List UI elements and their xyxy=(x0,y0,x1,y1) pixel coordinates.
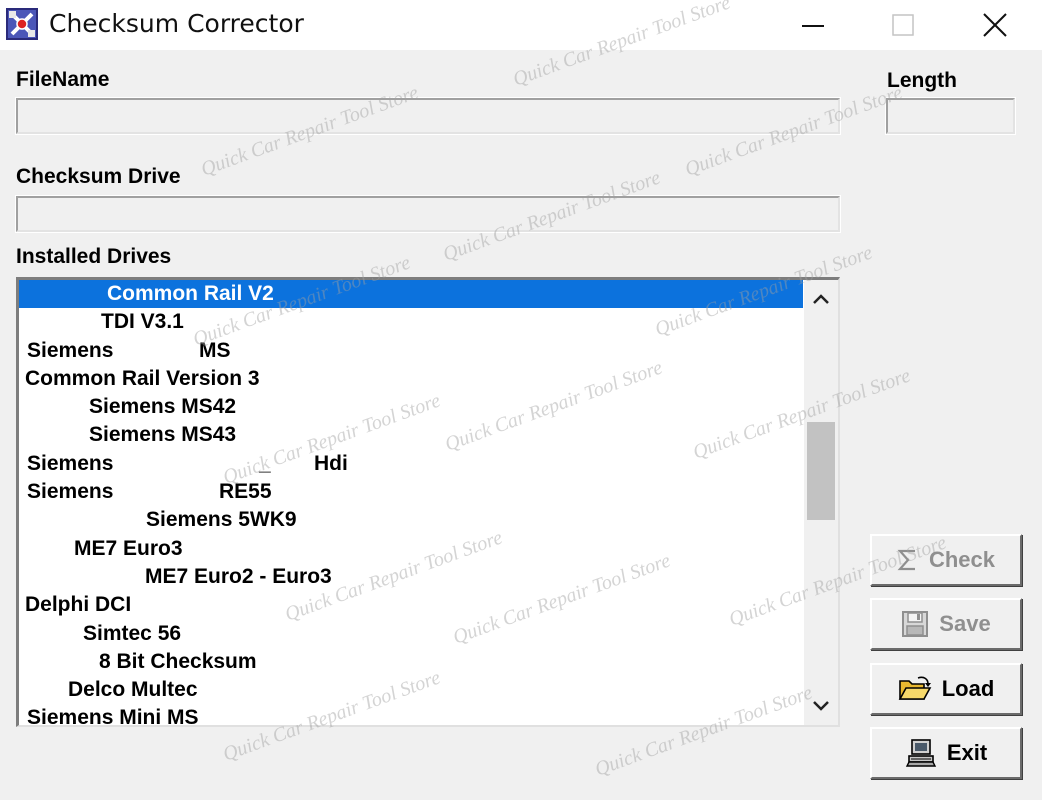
drive-list-item-text: Common Rail Version 3 xyxy=(25,366,260,390)
drive-list-item[interactable]: 8 Bit Checksum xyxy=(19,648,803,676)
drive-list-item-text: Delphi DCI xyxy=(25,593,132,617)
window-title: Checksum Corrector xyxy=(49,9,304,38)
drive-list-item[interactable]: Siemens _ Hdi xyxy=(19,450,803,478)
drive-list-item[interactable]: Siemens MS xyxy=(19,337,803,365)
close-button[interactable] xyxy=(950,0,1040,50)
drive-list-item-text: Siemens xyxy=(27,480,114,504)
drive-list-item[interactable]: Siemens MS43 xyxy=(19,421,803,449)
length-label: Length xyxy=(887,69,957,92)
drive-list-item-text: Siemens xyxy=(27,451,114,475)
drive-list-item-text: RE55 xyxy=(219,480,272,504)
list-scrollbar[interactable] xyxy=(804,280,838,725)
drive-list-item-text: Siemens MS43 xyxy=(89,423,237,447)
maximize-button[interactable] xyxy=(858,0,948,50)
drive-list-item[interactable]: ME7 Euro3 xyxy=(19,535,803,563)
drive-list-item[interactable]: TDI V3.1 xyxy=(19,308,803,336)
drive-list-item-text: MS xyxy=(199,338,231,362)
drive-list-item-text: Siemens xyxy=(27,338,114,362)
drive-list-item-text: 8 Bit Checksum xyxy=(99,649,257,673)
checksum-drive-field[interactable] xyxy=(15,195,841,233)
maximize-icon xyxy=(892,14,914,36)
drive-list-item-text: ME7 Euro2 - Euro3 xyxy=(145,564,332,588)
sigma-icon xyxy=(897,548,919,572)
drive-list-item-text: Siemens MS42 xyxy=(89,395,237,419)
filename-field[interactable] xyxy=(15,97,841,135)
exit-button-label: Exit xyxy=(946,740,988,765)
drive-list-item[interactable]: Delco Multec xyxy=(19,676,803,704)
open-folder-icon xyxy=(898,675,932,703)
check-button[interactable]: Check xyxy=(870,534,1022,586)
drive-list-item[interactable]: ME7 Euro2 - Euro3 xyxy=(19,563,803,591)
load-button[interactable]: Load xyxy=(870,663,1022,715)
save-button-label: Save xyxy=(939,611,991,636)
drive-list-item-text: Common Rail V2 xyxy=(107,282,274,305)
close-icon xyxy=(983,13,1007,37)
drive-list-item-text: TDI V3.1 xyxy=(101,310,184,334)
minimize-icon xyxy=(802,25,824,27)
length-field[interactable] xyxy=(885,97,1016,135)
chevron-down-icon xyxy=(813,701,829,711)
chevron-up-icon xyxy=(813,294,829,304)
scroll-up-button[interactable] xyxy=(804,282,838,316)
drive-list-item[interactable]: Siemens Mini MS xyxy=(19,704,803,725)
drive-list-item[interactable]: Siemens MS42 xyxy=(19,393,803,421)
scroll-thumb[interactable] xyxy=(807,422,835,520)
drive-list-item[interactable]: Common Rail Version 3 xyxy=(19,365,803,393)
drive-list-item-text: ME7 Euro3 xyxy=(74,536,183,560)
drive-list-item-text: Siemens Mini MS xyxy=(27,706,199,725)
computer-icon xyxy=(905,738,937,768)
drive-list-item-text: _ xyxy=(259,451,271,475)
drive-list-items: Common Rail V2 TDI V3.1 Siemens MS Common Ra… xyxy=(19,280,803,725)
title-bar[interactable]: Checksum Corrector xyxy=(0,0,1042,50)
installed-drives-list[interactable]: Common Rail V2 TDI V3.1 Siemens MS Common Ra… xyxy=(16,277,840,727)
exit-button[interactable]: Exit xyxy=(870,727,1022,779)
check-button-label: Check xyxy=(928,547,996,572)
drive-list-item-text: Siemens 5WK9 xyxy=(146,508,297,532)
filename-label: FileName xyxy=(16,68,110,91)
app-icon xyxy=(6,8,38,40)
load-button-label: Load xyxy=(941,676,995,701)
scroll-down-button[interactable] xyxy=(804,689,838,723)
drive-list-item[interactable]: Siemens RE55 xyxy=(19,478,803,506)
floppy-disk-icon xyxy=(901,610,929,638)
drive-list-item[interactable]: Simtec 56 xyxy=(19,620,803,648)
drive-list-item[interactable]: Siemens 5WK9 xyxy=(19,506,803,534)
minimize-button[interactable] xyxy=(768,0,858,50)
installed-drives-label: Installed Drives xyxy=(16,245,172,268)
drive-list-item-text: Simtec 56 xyxy=(83,621,182,645)
save-button[interactable]: Save xyxy=(870,598,1022,650)
drive-list-item-text: Delco Multec xyxy=(68,678,198,702)
drive-list-item[interactable]: Delphi DCI xyxy=(19,591,803,619)
checksum-drive-label: Checksum Drive xyxy=(16,165,181,188)
checksum-corrector-window: Checksum Corrector FileName Length Check… xyxy=(0,0,1042,800)
drive-list-item[interactable]: Common Rail V2 xyxy=(19,280,803,309)
drive-list-item-text: Hdi xyxy=(314,451,348,475)
